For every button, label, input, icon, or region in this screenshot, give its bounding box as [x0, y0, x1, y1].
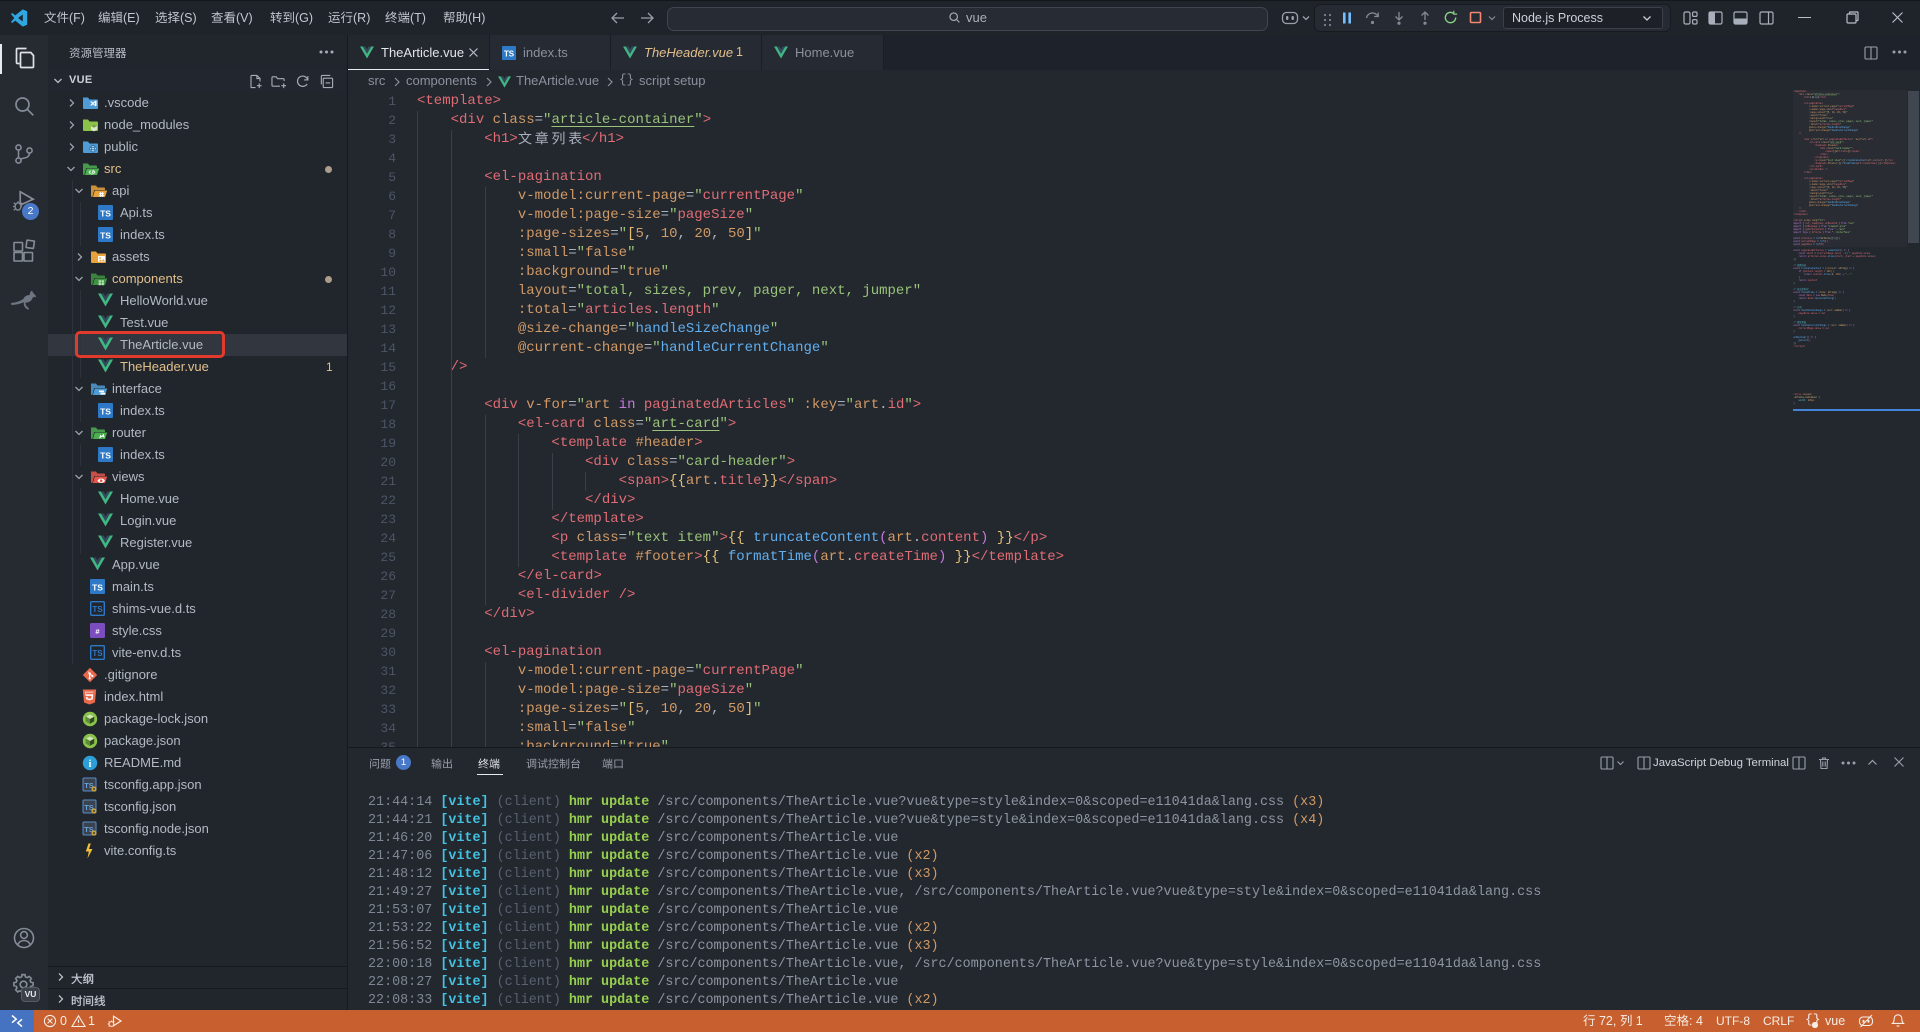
svg-text:TS: TS — [100, 451, 111, 461]
svg-text:TS: TS — [92, 583, 103, 593]
svg-text:TS: TS — [100, 209, 111, 219]
svg-text:TS: TS — [100, 407, 111, 417]
svg-text:TS: TS — [92, 605, 103, 614]
svg-text:TS: TS — [100, 231, 111, 241]
svg-text:TS: TS — [92, 649, 103, 658]
svg-text:i: i — [89, 759, 92, 770]
svg-text:TS: TS — [504, 50, 514, 59]
